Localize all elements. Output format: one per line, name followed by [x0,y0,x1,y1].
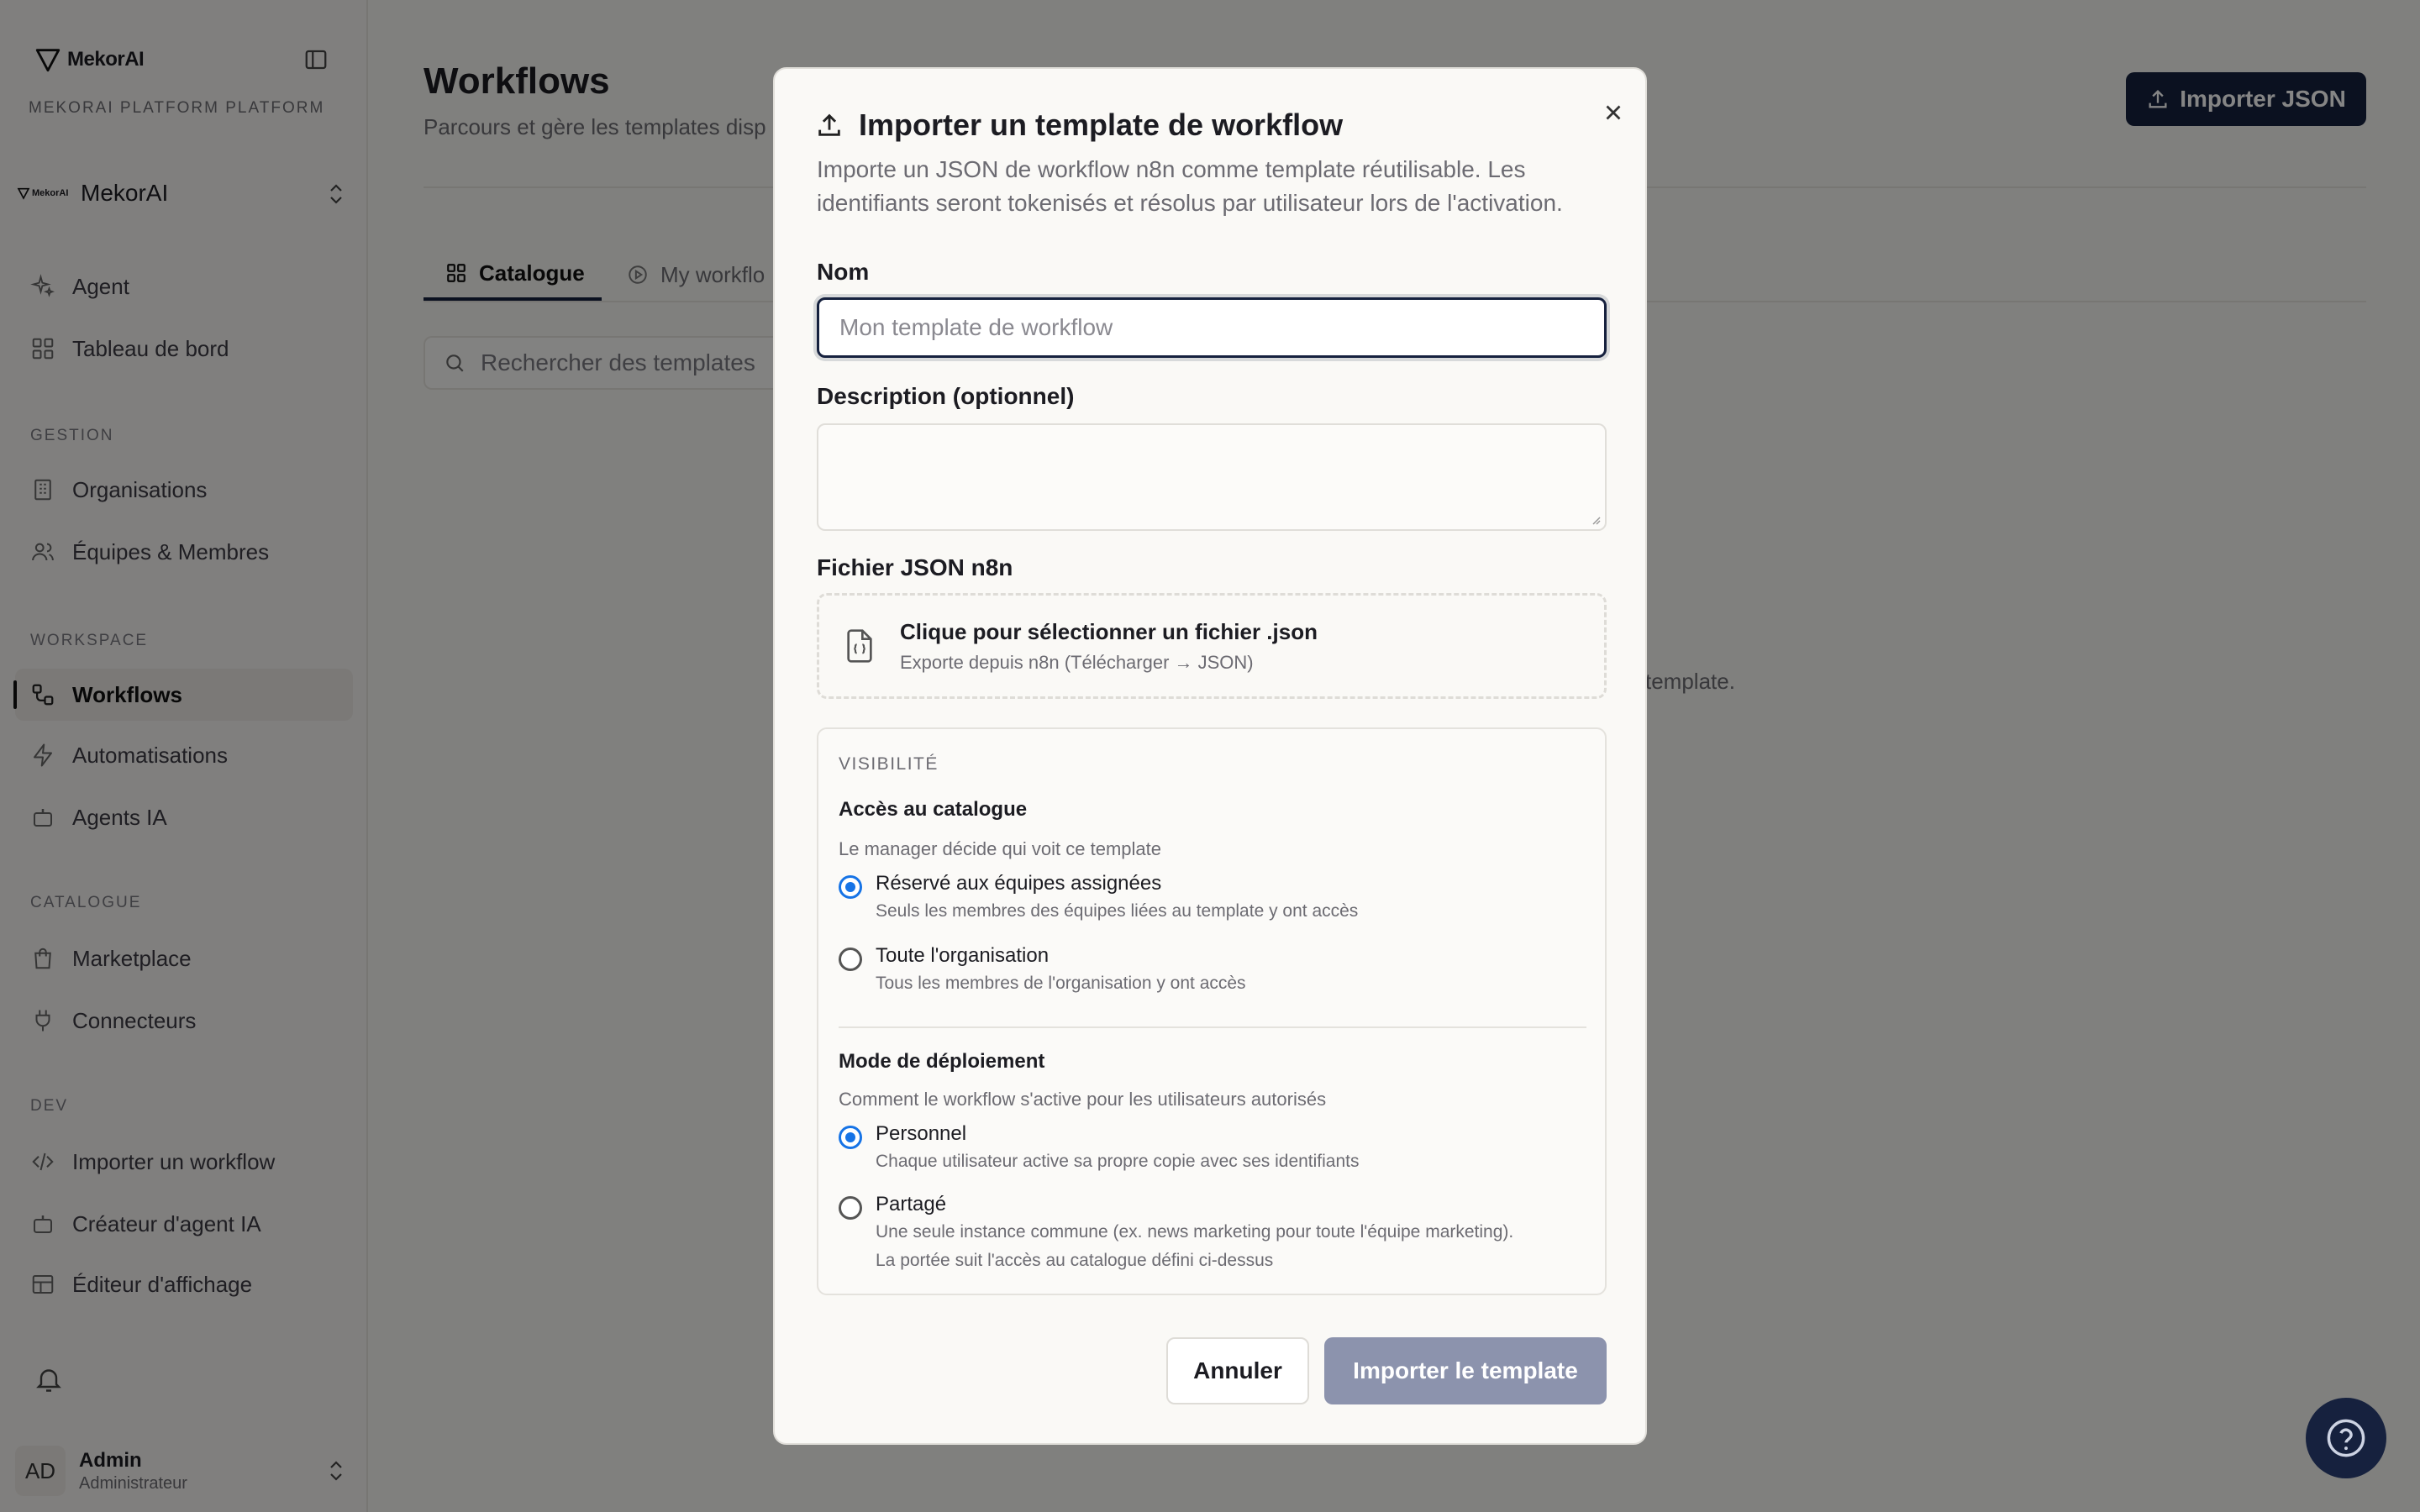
upload-icon [818,113,840,136]
close-icon [1606,105,1621,120]
help-button[interactable] [2306,1398,2386,1478]
radio-desc: Une seule instance commune (ex. news mar… [876,1218,1513,1275]
radio-desc-line: La portée suit l'accès au catalogue défi… [876,1251,1274,1270]
import-template-dialog: Importer un template de workflow Importe… [773,67,1647,1445]
deploy-mode-title: Mode de déploiement [839,1050,1045,1073]
dialog-title-text: Importer un template de workflow [859,108,1344,142]
dropzone-main-text: Clique pour sélectionner un fichier .jso… [900,618,1318,644]
description-field[interactable] [817,423,1607,531]
radio-text: Partagé Une seule instance commune (ex. … [876,1193,1513,1275]
visibility-label: VISIBILITÉ [839,754,939,774]
radio-button[interactable] [839,875,862,899]
file-label: Fichier JSON n8n [817,554,1013,580]
name-label: Nom [817,259,870,285]
radio-button[interactable] [839,1196,862,1220]
description-label: Description (optionnel) [817,383,1075,409]
radio-text: Réservé aux équipes assignées Seuls les … [876,872,1358,926]
catalog-access-subtitle: Le manager décide qui voit ce template [839,838,1162,859]
radio-button[interactable] [839,1126,862,1149]
radio-desc-line: Une seule instance commune (ex. news mar… [876,1222,1514,1242]
radio-assigned-teams[interactable]: Réservé aux équipes assignées Seuls les … [839,872,1578,926]
dropzone-hint: Exporte depuis n8n (Télécharger → JSON) [900,651,1254,673]
help-circle-icon [2327,1419,2365,1457]
catalog-access-title: Accès au catalogue [839,798,1028,821]
radio-desc: Chaque utilisateur active sa propre copi… [876,1152,1360,1171]
radio-button[interactable] [839,948,862,971]
divider [839,1026,1586,1028]
radio-label: Partagé [876,1193,947,1215]
import-template-button[interactable]: Importer le template [1324,1337,1607,1404]
file-json-icon [847,629,872,663]
radio-desc: Seuls les membres des équipes liées au t… [876,901,1359,921]
resize-handle-icon[interactable] [1588,512,1602,526]
radio-text: Personnel Chaque utilisateur active sa p… [876,1122,1360,1176]
radio-whole-organisation[interactable]: Toute l'organisation Tous les membres de… [839,944,1578,998]
close-button[interactable] [1595,94,1632,131]
name-placeholder: Mon template de workflow [839,314,1113,340]
dialog-title: Importer un template de workflow [815,108,1343,143]
radio-shared[interactable]: Partagé Une seule instance commune (ex. … [839,1193,1578,1275]
deploy-mode-subtitle: Comment le workflow s'active pour les ut… [839,1089,1327,1110]
visibility-card: VISIBILITÉ Accès au catalogue Le manager… [817,727,1607,1295]
dropzone-text: Clique pour sélectionner un fichier .jso… [900,619,1318,674]
radio-label: Personnel [876,1122,967,1145]
radio-label: Toute l'organisation [876,944,1050,967]
json-file-dropzone[interactable]: Clique pour sélectionner un fichier .jso… [817,593,1607,699]
radio-label: Réservé aux équipes assignées [876,872,1162,895]
radio-desc: Tous les membres de l'organisation y ont… [876,974,1246,993]
radio-text: Toute l'organisation Tous les membres de… [876,944,1246,998]
name-field[interactable]: Mon template de workflow [817,297,1607,358]
cancel-button[interactable]: Annuler [1166,1337,1309,1404]
dialog-description: Importe un JSON de workflow n8n comme te… [817,156,1563,216]
radio-personal[interactable]: Personnel Chaque utilisateur active sa p… [839,1122,1578,1176]
